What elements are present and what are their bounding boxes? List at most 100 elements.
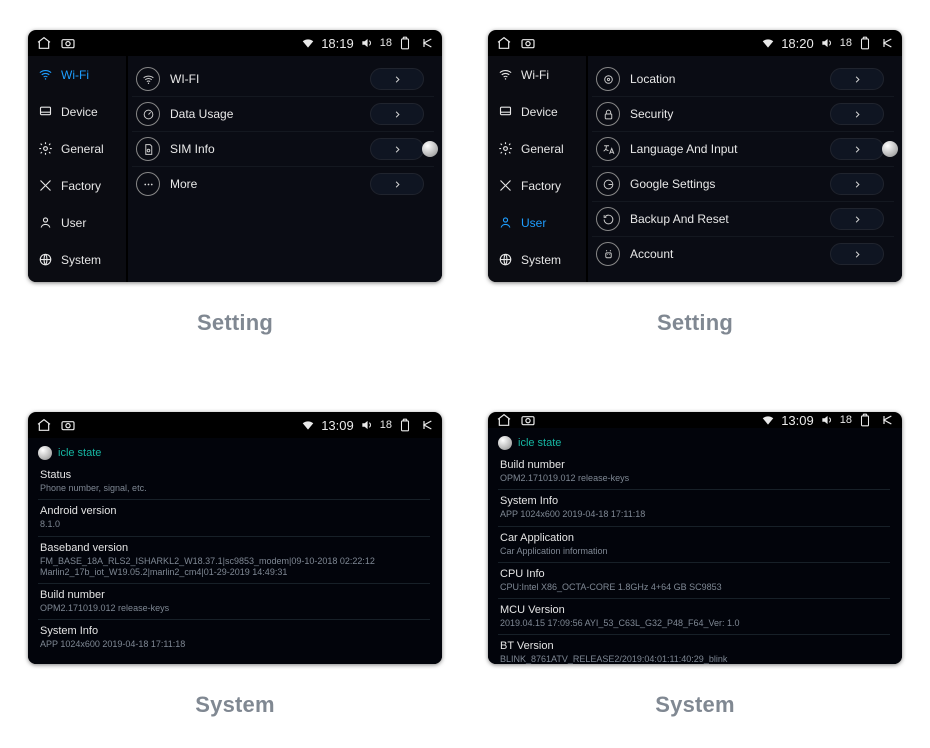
system-item-android-version[interactable]: Android version 8.1.0 xyxy=(38,500,430,536)
volume-icon xyxy=(820,413,834,427)
device-frame: 18:19 18 Wi-Fi Device General Factory Us… xyxy=(28,30,442,282)
system-item-value: OPM2.171019.012 release-keys xyxy=(500,473,890,484)
chevron-right-icon[interactable] xyxy=(830,208,884,230)
system-item-value: OPM2.171019.012 release-keys xyxy=(40,603,430,614)
chevron-right-icon[interactable] xyxy=(830,243,884,265)
sidebar-item-system[interactable]: System xyxy=(28,241,126,278)
camera-icon[interactable] xyxy=(60,417,76,433)
chevron-right-icon[interactable] xyxy=(830,68,884,90)
system-header-title: icle state xyxy=(518,437,561,449)
lock-icon xyxy=(596,102,620,126)
sidebar-item-device[interactable]: Device xyxy=(488,93,586,130)
system-item-bt-version[interactable]: BT Version BLINK_8761ATV_RELEASE2/2019:0… xyxy=(498,635,890,664)
system-item-car-application[interactable]: Car Application Car Application informat… xyxy=(498,527,890,563)
home-icon[interactable] xyxy=(36,417,52,433)
chevron-right-icon[interactable] xyxy=(830,138,884,160)
battery-icon xyxy=(398,36,412,50)
settings-row-data-usage[interactable]: Data Usage xyxy=(132,97,434,132)
device-cell-0: 18:19 18 Wi-Fi Device General Factory Us… xyxy=(20,30,450,336)
system-item-system-info[interactable]: System Info APP 1024x600 2019-04-18 17:1… xyxy=(498,490,890,526)
chevron-right-icon[interactable] xyxy=(370,138,424,160)
settings-row-language-and-input[interactable]: Language And Input xyxy=(592,132,894,167)
chevron-right-icon[interactable] xyxy=(370,103,424,125)
chevron-right-icon[interactable] xyxy=(830,103,884,125)
settings-row-wi-fi[interactable]: WI-FI xyxy=(132,62,434,97)
device-icon xyxy=(38,104,53,119)
device-cell-1: 18:20 18 Wi-Fi Device General Factory Us… xyxy=(480,30,910,336)
sidebar-item-user[interactable]: User xyxy=(28,204,126,241)
system-item-cpu-info[interactable]: CPU Info CPU:Intel X86_OCTA-CORE 1.8GHz … xyxy=(498,563,890,599)
sidebar-item-general[interactable]: General xyxy=(488,130,586,167)
chevron-right-icon[interactable] xyxy=(370,68,424,90)
sidebar-item-factory[interactable]: Factory xyxy=(488,167,586,204)
device-frame: 13:09 18 icle state Status Phone number,… xyxy=(28,412,442,664)
device-icon xyxy=(498,104,513,119)
system-item-key: System Info xyxy=(500,495,890,507)
status-volume: 18 xyxy=(840,414,852,426)
settings-row-more[interactable]: More xyxy=(132,167,434,201)
settings-row-label: WI-FI xyxy=(170,72,370,86)
settings-row-label: Backup And Reset xyxy=(630,212,830,226)
volume-icon xyxy=(360,418,374,432)
settings-row-security[interactable]: Security xyxy=(592,97,894,132)
back-icon[interactable] xyxy=(878,412,894,428)
settings-row-label: Data Usage xyxy=(170,107,370,121)
scroll-handle[interactable] xyxy=(882,141,898,157)
wifi-icon xyxy=(136,67,160,91)
home-icon[interactable] xyxy=(496,412,512,428)
camera-icon[interactable] xyxy=(520,35,536,51)
sidebar-item-factory[interactable]: Factory xyxy=(28,167,126,204)
sidebar-item-user[interactable]: User xyxy=(488,204,586,241)
sidebar-item-wi-fi[interactable]: Wi-Fi xyxy=(28,56,126,93)
system-item-value: CPU:Intel X86_OCTA-CORE 1.8GHz 4+64 GB S… xyxy=(500,582,890,593)
system-item-build-number[interactable]: Build number OPM2.171019.012 release-key… xyxy=(498,454,890,490)
system-item-build-number[interactable]: Build number OPM2.171019.012 release-key… xyxy=(38,584,430,620)
system-item-mcu-version[interactable]: MCU Version 2019.04.15 17:09:56 AYI_53_C… xyxy=(498,599,890,635)
settings-row-location[interactable]: Location xyxy=(592,62,894,97)
system-item-baseband-version[interactable]: Baseband version FM_BASE_18A_RLS2_ISHARK… xyxy=(38,537,430,585)
scroll-handle[interactable] xyxy=(498,436,512,450)
scroll-handle[interactable] xyxy=(38,446,52,460)
settings-row-label: SIM Info xyxy=(170,142,370,156)
chevron-right-icon[interactable] xyxy=(830,173,884,195)
sidebar-item-device[interactable]: Device xyxy=(28,93,126,130)
user-icon xyxy=(38,215,53,230)
wifi-status-icon xyxy=(301,36,315,50)
camera-icon[interactable] xyxy=(60,35,76,51)
tools-icon xyxy=(38,178,53,193)
home-icon[interactable] xyxy=(496,35,512,51)
home-icon[interactable] xyxy=(36,35,52,51)
system-header: icle state xyxy=(498,432,890,454)
sidebar-item-label: System xyxy=(61,253,101,267)
wifi-icon xyxy=(38,67,53,82)
wifi-status-icon xyxy=(761,36,775,50)
system-item-status[interactable]: Status Phone number, signal, etc. xyxy=(38,464,430,500)
android-icon xyxy=(596,242,620,266)
user-icon xyxy=(498,215,513,230)
system-item-key: Status xyxy=(40,469,430,481)
sidebar-item-label: Device xyxy=(61,105,98,119)
settings-row-sim-info[interactable]: SIM Info xyxy=(132,132,434,167)
back-icon[interactable] xyxy=(418,35,434,51)
status-time: 13:09 xyxy=(321,418,354,433)
settings-row-google-settings[interactable]: Google Settings xyxy=(592,167,894,202)
settings-row-account[interactable]: Account xyxy=(592,237,894,271)
sidebar-item-general[interactable]: General xyxy=(28,130,126,167)
settings-row-backup-and-reset[interactable]: Backup And Reset xyxy=(592,202,894,237)
scroll-handle[interactable] xyxy=(422,141,438,157)
device-frame: 13:09 18 icle state Build number OPM2.17… xyxy=(488,412,902,664)
system-item-value: Car Application information xyxy=(500,546,890,557)
sidebar-item-wi-fi[interactable]: Wi-Fi xyxy=(488,56,586,93)
back-icon[interactable] xyxy=(878,35,894,51)
sidebar-item-system[interactable]: System xyxy=(488,241,586,278)
settings-row-label: Account xyxy=(630,247,830,261)
status-bar: 18:20 18 xyxy=(488,30,902,56)
camera-icon[interactable] xyxy=(520,412,536,428)
chevron-right-icon[interactable] xyxy=(370,173,424,195)
settings-row-label: Google Settings xyxy=(630,177,830,191)
back-icon[interactable] xyxy=(418,417,434,433)
system-item-value: 8.1.0 xyxy=(40,519,430,530)
system-item-system-info[interactable]: System Info APP 1024x600 2019-04-18 17:1… xyxy=(38,620,430,655)
system-item-value: BLINK_8761ATV_RELEASE2/2019:04:01:11:40:… xyxy=(500,654,890,664)
status-time: 18:20 xyxy=(781,36,814,51)
